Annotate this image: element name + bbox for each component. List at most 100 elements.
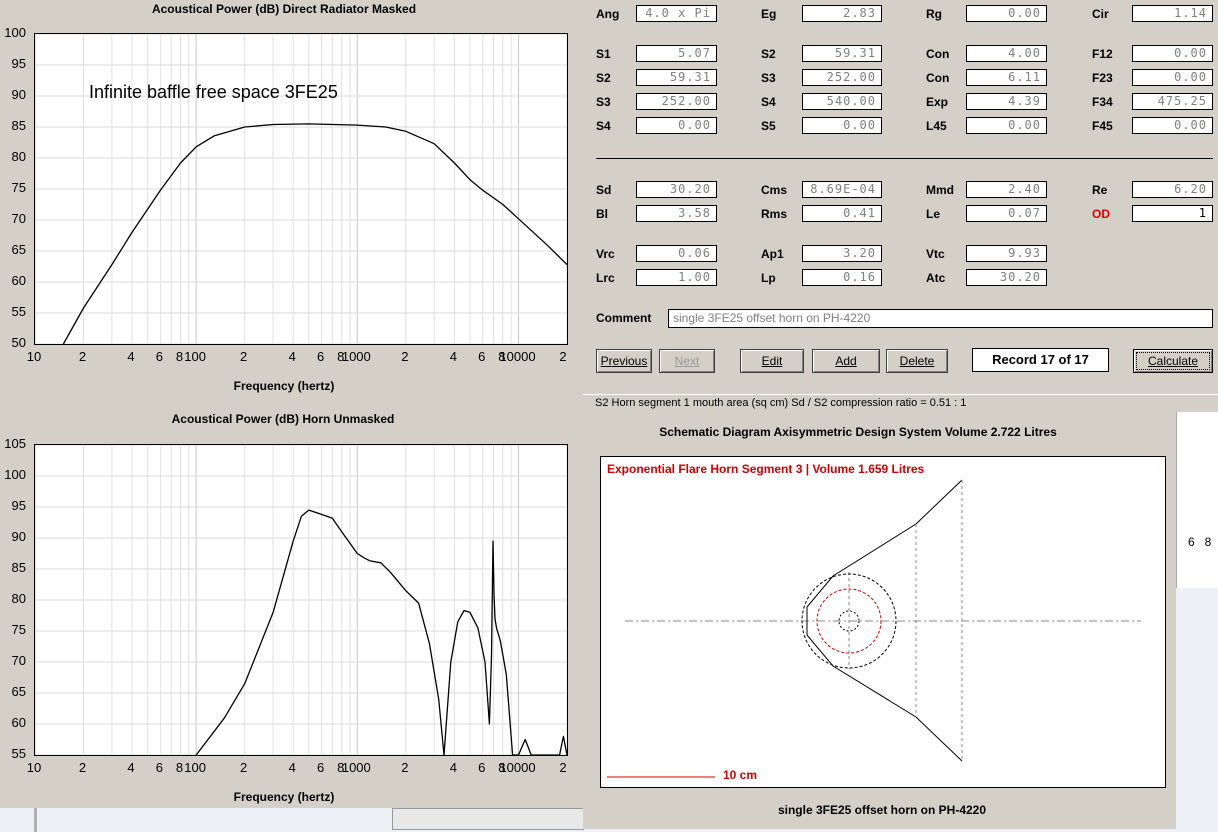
bottom-chart-x-tick-label: 6 (316, 760, 325, 775)
schematic-window: Schematic Diagram Axisymmetric Design Sy… (583, 413, 1176, 829)
param-field-mmd[interactable]: 2.40 (966, 181, 1047, 198)
background-chart-ticks: 6 8 (1188, 535, 1212, 549)
param-field-ap1[interactable]: 3.20 (802, 245, 882, 262)
bottom-chart-y-tick-label: 75 (11, 622, 26, 637)
bottom-chart-x-tick-label: 10 (26, 760, 42, 775)
param-field-con[interactable]: 4.00 (966, 45, 1047, 62)
top-chart-x-tick-label: 1000 (341, 349, 371, 364)
bottom-chart-y-tick-label: 100 (4, 467, 26, 482)
param-field-le[interactable]: 0.07 (966, 205, 1047, 222)
bottom-chart-x-tick-label: 4 (449, 760, 457, 775)
param-field-s4[interactable]: 540.00 (802, 93, 882, 110)
bottom-chart-y-tick-label: 80 (11, 591, 26, 606)
param-field-sd[interactable]: 30.20 (636, 181, 717, 198)
top-chart-y-tick-label: 65 (11, 242, 26, 257)
comment-field[interactable]: single 3FE25 offset horn on PH-4220 (668, 309, 1213, 328)
top-chart-x-tick-label: 2 (78, 349, 87, 364)
param-label-con: Con (926, 47, 950, 61)
background-window-edge (34, 808, 37, 832)
param-label-s4: S4 (761, 95, 776, 109)
param-label-vrc: Vrc (596, 247, 615, 261)
param-label-rg: Rg (926, 7, 942, 21)
param-field-f34[interactable]: 475.25 (1132, 93, 1213, 110)
schematic-scale-label: 10 cm (723, 768, 758, 782)
top-chart-y-tick-label: 60 (11, 273, 26, 288)
param-label-re: Re (1092, 183, 1108, 197)
param-field-vrc[interactable]: 0.06 (636, 245, 717, 262)
top-chart-series-line (62, 123, 567, 344)
top-chart-x-tick-label: 2 (559, 349, 567, 364)
bottom-chart-x-tick-label: 6 (478, 760, 486, 775)
param-field-lp[interactable]: 0.16 (802, 269, 882, 286)
param-field-ang[interactable]: 4.0 x Pi (636, 5, 717, 22)
param-label-s2: S2 (761, 47, 776, 61)
schematic-caption: single 3FE25 offset horn on PH-4220 (777, 803, 987, 817)
calculate-button[interactable]: Calculate (1133, 349, 1213, 373)
param-field-s2[interactable]: 59.31 (802, 45, 882, 62)
param-field-lrc[interactable]: 1.00 (636, 269, 717, 286)
previous-button[interactable]: Previous (596, 349, 652, 373)
background-window-panel (392, 808, 584, 830)
schematic-canvas: Exponential Flare Horn Segment 3 | Volum… (600, 456, 1166, 788)
param-label-cms: Cms (761, 183, 788, 197)
bottom-chart-y-tick-label: 85 (11, 560, 26, 575)
edit-button[interactable]: Edit (740, 349, 804, 373)
param-field-cir[interactable]: 1.14 (1132, 5, 1213, 22)
param-field-exp[interactable]: 4.39 (966, 93, 1047, 110)
param-label-sd: Sd (596, 183, 612, 197)
bottom-chart-plot (34, 444, 568, 756)
bottom-chart-x-tick-label: 4 (127, 760, 135, 775)
top-chart-title: Acoustical Power (dB) Direct Radiator Ma… (151, 2, 417, 16)
param-label-eg: Eg (761, 7, 777, 21)
param-field-s4[interactable]: 0.00 (636, 117, 717, 134)
schematic-title: Schematic Diagram Axisymmetric Design Sy… (659, 425, 1057, 439)
param-label-atc: Atc (926, 271, 946, 285)
add-button[interactable]: Add (812, 349, 880, 373)
param-field-s2[interactable]: 59.31 (636, 69, 717, 86)
param-field-l45[interactable]: 0.00 (966, 117, 1047, 134)
bottom-chart-y-tick-label: 60 (11, 715, 26, 730)
param-label-ap1: Ap1 (761, 247, 784, 261)
status-bar: S2 Horn segment 1 mouth area (sq cm) Sd … (583, 394, 1218, 412)
bottom-chart-x-tick-label: 1000 (341, 760, 371, 775)
param-field-re[interactable]: 6.20 (1132, 181, 1213, 198)
bottom-chart-x-axis-label: Frequency (hertz) (233, 790, 335, 804)
param-label-f23: F23 (1092, 71, 1113, 85)
param-field-cms[interactable]: 8.69E-04 (802, 181, 882, 198)
param-field-con[interactable]: 6.11 (966, 69, 1047, 86)
bottom-chart-x-tick-label: 8 (175, 760, 184, 775)
param-label-s4: S4 (596, 119, 611, 133)
param-label-s3: S3 (761, 71, 776, 85)
param-field-rg[interactable]: 0.00 (966, 5, 1047, 22)
param-field-vtc[interactable]: 9.93 (966, 245, 1047, 262)
param-field-f23[interactable]: 0.00 (1132, 69, 1213, 86)
param-field-s3[interactable]: 252.00 (636, 93, 717, 110)
param-field-f12[interactable]: 0.00 (1132, 45, 1213, 62)
bottom-chart-x-tick-label: 2 (240, 760, 248, 775)
param-field-s1[interactable]: 5.07 (636, 45, 717, 62)
next-button[interactable]: Next (659, 349, 715, 373)
bottom-chart-y-tick-label: 95 (11, 498, 26, 513)
bottom-chart-svg (35, 445, 567, 755)
param-field-eg[interactable]: 2.83 (802, 5, 882, 22)
param-field-rms[interactable]: 0.41 (802, 205, 882, 222)
param-label-vtc: Vtc (926, 247, 945, 261)
param-field-s3[interactable]: 252.00 (802, 69, 882, 86)
param-field-s5[interactable]: 0.00 (802, 117, 882, 134)
background-window-bottom (1176, 588, 1218, 832)
param-label-s3: S3 (596, 95, 611, 109)
bottom-chart-x-tick-label: 10000 (499, 760, 536, 775)
bottom-chart-x-tick-label: 2 (78, 760, 87, 775)
param-field-bl[interactable]: 3.58 (636, 205, 717, 222)
param-field-atc[interactable]: 30.20 (966, 269, 1047, 286)
horn-lower-wall (806, 634, 963, 762)
delete-button[interactable]: Delete (886, 349, 948, 373)
status-text: S2 Horn segment 1 mouth area (sq cm) Sd … (595, 397, 967, 409)
top-chart-y-tick-label: 80 (11, 149, 26, 164)
bottom-chart-y-tick-label: 65 (11, 684, 26, 699)
horn-upper-wall (806, 479, 963, 608)
bottom-chart-y-tick-label: 105 (4, 436, 26, 451)
param-field-f45[interactable]: 0.00 (1132, 117, 1213, 134)
bottom-chart-x-tick-label: 2 (401, 760, 409, 775)
param-field-od[interactable]: 1 (1132, 205, 1213, 222)
